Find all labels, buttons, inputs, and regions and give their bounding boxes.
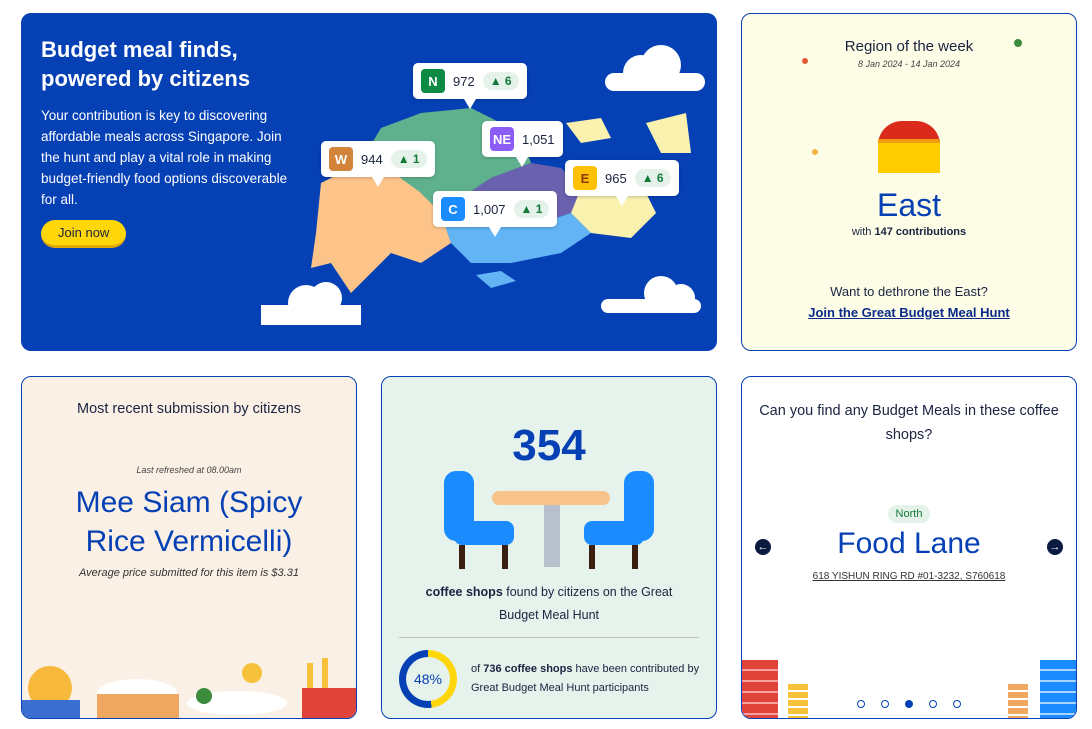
carousel-dot[interactable]: [881, 700, 889, 708]
region-count: 1,051: [522, 131, 555, 147]
coffee-shops-card: 354 coffee shops found by citizens on th…: [381, 376, 717, 719]
of-text: of: [471, 663, 484, 675]
recent-submission-card: Most recent submission by citizens Last …: [21, 376, 357, 719]
region-delta: ▲ 6: [482, 72, 519, 90]
join-hunt-link[interactable]: Join the Great Budget Meal Hunt: [742, 305, 1076, 320]
hero-card: Budget meal finds, powered by citizens Y…: [21, 13, 717, 351]
confetti: [1014, 39, 1022, 47]
refreshed-time: Last refreshed at 08.00am: [136, 465, 242, 475]
average-price: Average price submitted for this item is…: [79, 567, 299, 579]
region-count: 965: [605, 170, 627, 186]
desc-bold: coffee shops: [425, 585, 503, 599]
confetti: [810, 147, 820, 157]
region-pin-east[interactable]: E 965 ▲ 6: [565, 160, 679, 206]
region-count: 972: [453, 73, 475, 89]
cloud-icon: [261, 282, 361, 325]
cloud-icon: [605, 45, 705, 91]
region-count: 944: [361, 151, 383, 167]
coffee-shop-count: 354: [512, 421, 586, 470]
region-week-dates: 8 Jan 2024 - 14 Jan 2024: [857, 59, 961, 69]
coffee-shop-address[interactable]: 618 YISHUN RING RD #01-3232, S760618: [742, 571, 1076, 582]
region-badge: C: [441, 197, 465, 221]
region-pin-west[interactable]: W 944 ▲ 1: [321, 141, 435, 187]
next-arrow-icon[interactable]: →: [1047, 539, 1063, 555]
carousel-dot[interactable]: [953, 700, 961, 708]
cloud-icon: [601, 276, 701, 313]
table-chairs-illustration: [444, 471, 654, 569]
region-delta: ▲ 1: [390, 150, 427, 168]
region-of-week-card: Region of the week 8 Jan 2024 - 14 Jan 2…: [741, 13, 1077, 351]
region-tag: North: [887, 505, 931, 523]
carousel-dot[interactable]: [905, 700, 913, 708]
total-shops: 736 coffee shops: [483, 663, 573, 675]
dethrone-prompt: Want to dethrone the East?: [830, 284, 988, 299]
carousel-pagination: [742, 700, 1076, 708]
confetti: [802, 58, 808, 64]
region-badge: NE: [490, 127, 514, 151]
with-label: with: [851, 226, 872, 238]
recent-title: Most recent submission by citizens: [76, 401, 302, 417]
crown-icon: [878, 111, 940, 173]
region-delta: ▲ 1: [513, 200, 550, 218]
find-coffee-shop-card: Can you find any Budget Meals in these c…: [741, 376, 1077, 719]
find-title: Can you find any Budget Meals in these c…: [759, 403, 1059, 443]
region-badge: N: [421, 69, 445, 93]
contribution-count: 147 contributions: [874, 226, 967, 238]
region-name: East: [876, 187, 942, 223]
region-pin-north[interactable]: N 972 ▲ 6: [413, 63, 527, 109]
divider: [399, 637, 699, 638]
region-pin-northeast[interactable]: NE 1,051: [482, 121, 563, 167]
region-badge: E: [573, 166, 597, 190]
coffee-shop-name: Food Lane: [837, 527, 981, 560]
building-right-illustration: [1040, 660, 1076, 718]
desc-text: found by citizens on the Great Budget Me…: [498, 585, 673, 622]
food-illustration: [22, 658, 356, 718]
region-delta: ▲ 6: [634, 169, 671, 187]
carousel-dot[interactable]: [857, 700, 865, 708]
carousel-dot[interactable]: [929, 700, 937, 708]
region-badge: W: [329, 147, 353, 171]
building-left-illustration: [742, 660, 778, 718]
region-count: 1,007: [473, 201, 506, 217]
progress-ring: 48%: [399, 650, 457, 708]
region-pin-central[interactable]: C 1,007 ▲ 1: [433, 191, 558, 237]
previous-arrow-icon[interactable]: ←: [755, 539, 771, 555]
region-week-title: Region of the week: [844, 38, 974, 55]
meal-name: Mee Siam (Spicy Rice Vermicelli): [75, 486, 303, 558]
progress-percent: 48%: [406, 657, 450, 701]
